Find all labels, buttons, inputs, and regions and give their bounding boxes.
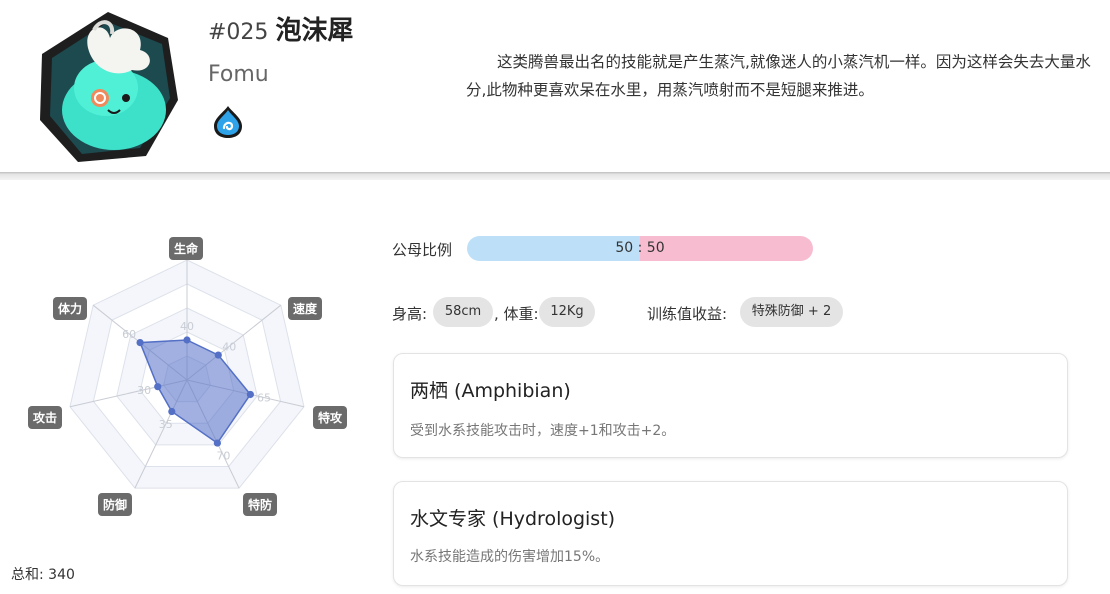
stat-point-defense bbox=[168, 407, 176, 416]
stats-radar-chart: 40 40 65 70 35 30 60 生命 速度 特攻 特防 防御 攻击 体力 bbox=[0, 226, 372, 526]
temtem-header: #025 泡沫犀 Fomu 这类腾兽最出名的技能就是产生蒸汽,就像迷人的小蒸汽机… bbox=[0, 0, 1110, 172]
stat-point-attack bbox=[154, 383, 162, 391]
ev-yield-value: 特殊防御 + 2 bbox=[740, 297, 843, 327]
stat-value-defense: 35 bbox=[159, 418, 173, 431]
stat-label-speed: 速度 bbox=[288, 297, 323, 320]
ability-card[interactable]: 水文专家 (Hydrologist) 水系技能造成的伤害增加15%。 bbox=[393, 481, 1068, 586]
stat-value-stamina: 60 bbox=[122, 328, 136, 341]
stats-total: 总和: 340 bbox=[11, 567, 75, 583]
ability-description: 水系技能造成的伤害增加15%。 bbox=[410, 549, 610, 565]
weight-value: 12Kg bbox=[539, 297, 595, 327]
stat-label-stamina: 体力 bbox=[53, 297, 88, 320]
stats-radar-svg: 40 40 65 70 35 30 60 bbox=[69, 259, 305, 489]
stat-value-attack: 30 bbox=[137, 384, 151, 397]
temtem-name: 泡沫犀 bbox=[275, 16, 354, 46]
ev-yield-label: 训练值收益: bbox=[647, 305, 728, 323]
ability-name: 两栖 (Amphibian) bbox=[410, 380, 571, 402]
temtem-title: #025 泡沫犀 bbox=[208, 10, 354, 47]
ability-card[interactable]: 两栖 (Amphibian) 受到水系技能攻击时，速度+1和攻击+2。 bbox=[393, 353, 1068, 458]
stat-value-sp_atk: 65 bbox=[257, 392, 271, 405]
height-value: 58cm bbox=[433, 297, 493, 327]
stat-value-hp: 40 bbox=[180, 320, 194, 333]
stat-value-sp_def: 70 bbox=[216, 450, 230, 463]
water-element-icon[interactable] bbox=[212, 104, 244, 140]
stat-point-hp bbox=[183, 336, 191, 344]
stat-value-speed: 40 bbox=[222, 340, 236, 353]
stat-label-sp-atk: 特攻 bbox=[313, 406, 348, 429]
stat-point-stamina bbox=[136, 338, 144, 347]
stat-point-speed bbox=[214, 351, 222, 359]
temtem-number: #025 bbox=[208, 20, 269, 45]
stat-label-attack: 攻击 bbox=[28, 406, 63, 429]
ability-description: 受到水系技能攻击时，速度+1和攻击+2。 bbox=[410, 423, 676, 439]
ability-name: 水文专家 (Hydrologist) bbox=[410, 508, 616, 530]
stat-point-sp_def bbox=[213, 439, 221, 447]
gender-ratio-label: 公母比例 bbox=[392, 241, 453, 259]
weight-label: , 体重: bbox=[494, 305, 539, 323]
stat-label-hp: 生命 bbox=[169, 237, 204, 260]
gender-ratio-text: 50 : 50 bbox=[615, 240, 665, 256]
stat-label-sp-def: 特防 bbox=[243, 493, 278, 516]
temtem-portrait-icon bbox=[40, 12, 178, 162]
stat-label-defense: 防御 bbox=[98, 493, 133, 516]
stat-point-sp_atk bbox=[246, 390, 254, 399]
temtem-description: 这类腾兽最出名的技能就是产生蒸汽,就像迷人的小蒸汽机一样。因为这样会失去大量水分… bbox=[466, 53, 1091, 99]
temtem-english-name: Fomu bbox=[208, 62, 269, 87]
header-divider bbox=[0, 172, 1110, 180]
height-label: 身高: bbox=[392, 305, 428, 323]
